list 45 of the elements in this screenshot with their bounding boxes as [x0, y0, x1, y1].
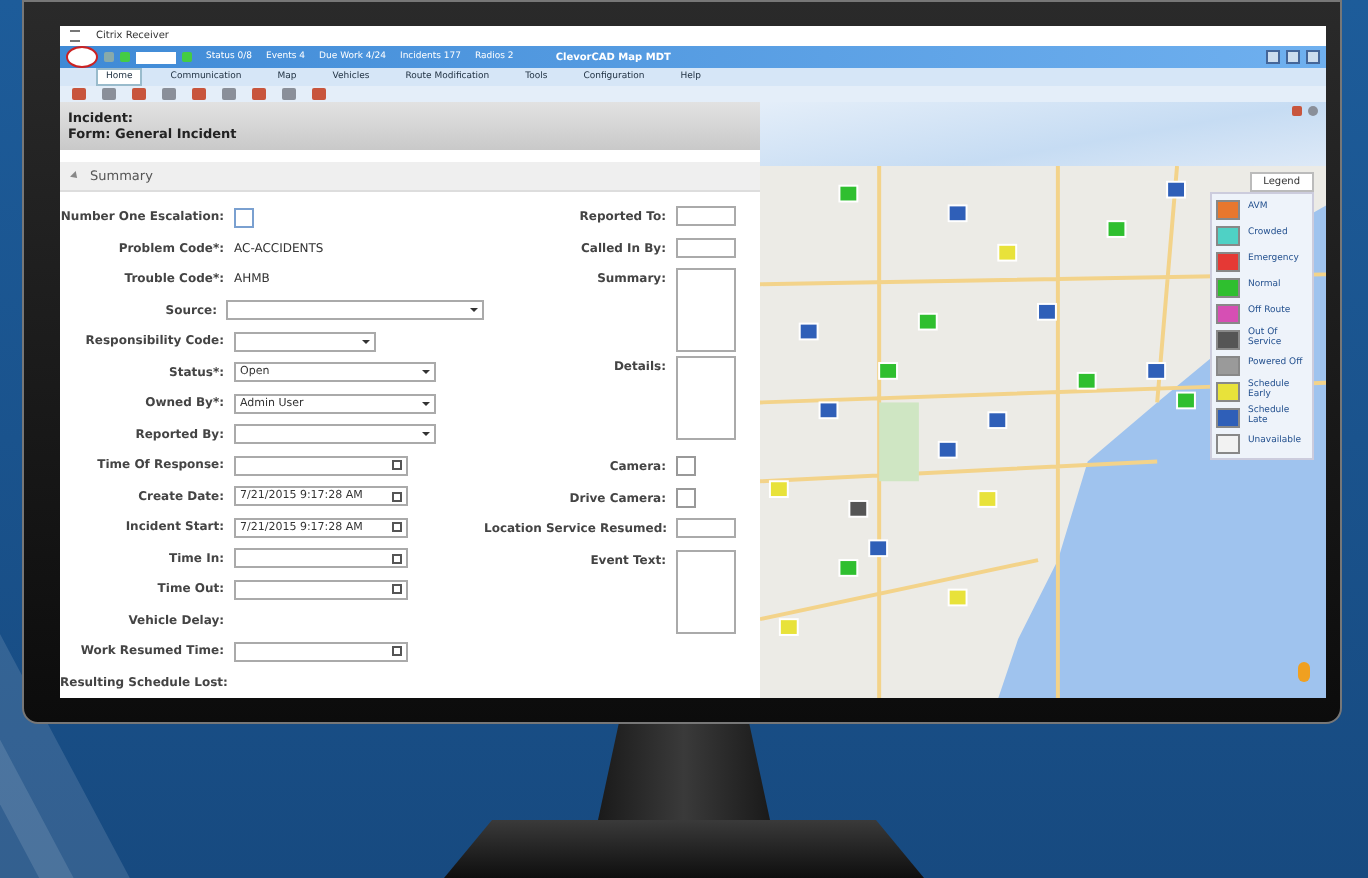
caret-icon: [422, 370, 430, 375]
calendar-icon[interactable]: [392, 584, 402, 595]
checkbox[interactable]: [676, 456, 696, 476]
text-area[interactable]: [676, 268, 736, 352]
minimize-icon[interactable]: [1266, 50, 1280, 64]
person-icon[interactable]: [1298, 662, 1310, 682]
toolbar-icon[interactable]: [182, 52, 192, 62]
calendar-icon[interactable]: [392, 522, 402, 533]
ribbon-icon[interactable]: [102, 88, 116, 100]
date-field[interactable]: [234, 455, 408, 476]
menu-icon[interactable]: [70, 30, 80, 42]
close-icon[interactable]: [1306, 50, 1320, 64]
toolbar-field[interactable]: [136, 51, 176, 63]
date-field[interactable]: [234, 579, 408, 600]
ribbon-icon[interactable]: [132, 88, 146, 100]
date-field[interactable]: [234, 548, 408, 569]
ribbon-icon[interactable]: [222, 88, 236, 100]
caret-icon: [422, 401, 430, 406]
dropdown[interactable]: [234, 331, 376, 352]
ribbon-icon[interactable]: [252, 88, 266, 100]
ribbon-icon[interactable]: [282, 88, 296, 100]
calendar-icon[interactable]: [392, 491, 402, 502]
ribbon-icon[interactable]: [162, 88, 176, 100]
caret-icon: [362, 339, 370, 344]
ribbon-icon[interactable]: [312, 88, 326, 100]
text-area[interactable]: [676, 549, 736, 633]
ribbon-icon[interactable]: [192, 88, 206, 100]
caret-icon: [470, 308, 478, 313]
map-drawing[interactable]: [760, 166, 1326, 698]
calendar-icon[interactable]: [392, 460, 402, 471]
ribbon-icon[interactable]: [72, 88, 86, 100]
date-field[interactable]: [234, 641, 408, 662]
checkbox[interactable]: [234, 207, 254, 228]
calendar-icon[interactable]: [392, 553, 402, 564]
calendar-icon[interactable]: [392, 646, 402, 657]
checkbox[interactable]: [676, 487, 696, 507]
caret-icon: [422, 432, 430, 437]
restore-icon[interactable]: [1286, 50, 1300, 64]
dropdown[interactable]: [226, 300, 484, 321]
input-field[interactable]: [676, 518, 736, 538]
input-field[interactable]: [676, 237, 736, 257]
text-area[interactable]: [676, 356, 736, 440]
dropdown[interactable]: [234, 424, 436, 445]
collapse-icon[interactable]: [70, 171, 80, 181]
input-field[interactable]: [676, 206, 736, 226]
